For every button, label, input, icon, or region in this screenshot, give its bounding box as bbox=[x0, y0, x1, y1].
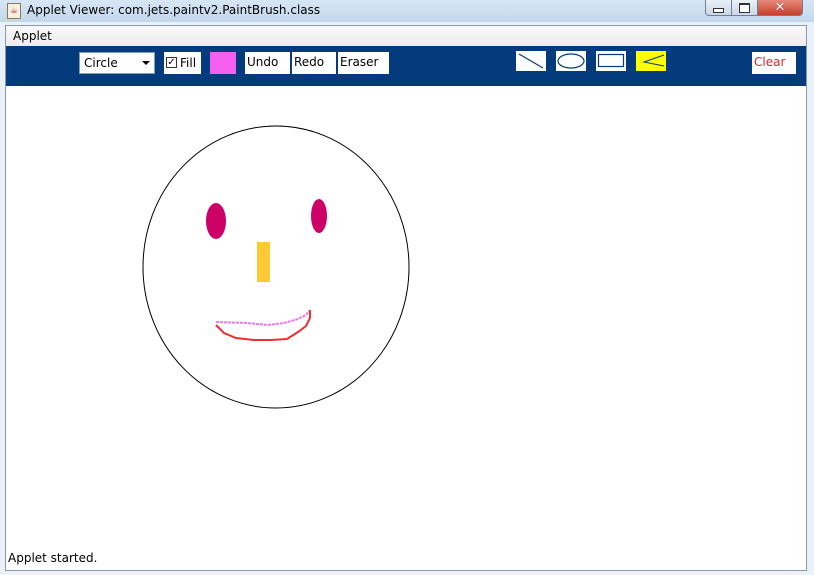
shape-select-value: Circle bbox=[84, 56, 118, 70]
minimize-button[interactable] bbox=[705, 0, 732, 16]
rectangle-tool-icon bbox=[597, 53, 625, 68]
undo-button[interactable]: Undo bbox=[245, 52, 290, 74]
oval-tool-button[interactable] bbox=[556, 51, 586, 71]
java-cup-icon: ☕ bbox=[7, 3, 21, 19]
line-tool-icon bbox=[518, 53, 544, 69]
minimize-icon bbox=[713, 8, 724, 13]
freehand-tool-icon bbox=[642, 54, 665, 67]
shape-select[interactable]: Circle bbox=[79, 52, 155, 74]
redo-button[interactable]: Redo bbox=[292, 52, 336, 74]
menu-applet[interactable]: Applet bbox=[13, 29, 52, 43]
drawn-smile-bottom bbox=[215, 310, 311, 341]
window-title: Applet Viewer: com.jets.paintv2.PaintBru… bbox=[27, 3, 321, 17]
window-titlebar[interactable]: ☕ Applet Viewer: com.jets.paintv2.PaintB… bbox=[0, 0, 814, 22]
close-icon: ✕ bbox=[774, 0, 786, 15]
oval-tool-icon bbox=[557, 53, 585, 69]
maximize-button[interactable] bbox=[731, 0, 758, 16]
color-picker-swatch[interactable] bbox=[210, 52, 236, 74]
canvas-drawing bbox=[142, 125, 410, 409]
drawn-face-circle bbox=[142, 125, 410, 409]
close-button[interactable]: ✕ bbox=[757, 0, 803, 16]
drawn-smile-top bbox=[215, 309, 311, 327]
drawing-canvas[interactable] bbox=[6, 86, 806, 548]
drawn-right-eye bbox=[311, 199, 327, 233]
chevron-down-icon bbox=[142, 61, 150, 65]
menu-bar: Applet bbox=[6, 26, 806, 46]
eraser-button[interactable]: Eraser bbox=[338, 52, 389, 74]
drawn-nose bbox=[257, 242, 270, 282]
status-text: Applet started. bbox=[8, 551, 98, 565]
line-tool-button[interactable] bbox=[516, 51, 546, 71]
rectangle-tool-button[interactable] bbox=[596, 51, 626, 71]
status-bar: Applet started. bbox=[6, 548, 806, 570]
freehand-tool-button[interactable] bbox=[636, 51, 666, 71]
drawn-left-eye bbox=[206, 203, 226, 239]
fill-checkbox-group[interactable]: ✓ Fill bbox=[164, 52, 201, 74]
fill-checkbox[interactable]: ✓ bbox=[166, 57, 177, 68]
clear-button[interactable]: Clear bbox=[752, 52, 796, 74]
fill-checkbox-label: Fill bbox=[180, 56, 197, 70]
maximize-icon bbox=[739, 2, 750, 13]
